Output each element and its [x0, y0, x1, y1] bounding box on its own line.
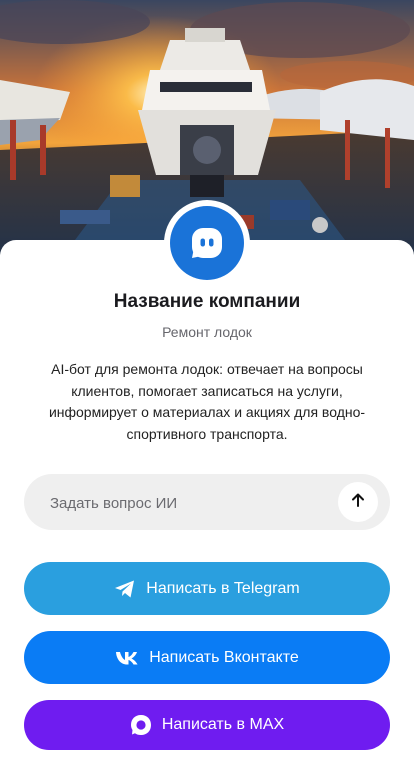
telegram-button[interactable]: Написать в Telegram [24, 562, 390, 615]
company-avatar [164, 200, 250, 286]
send-button[interactable] [338, 482, 378, 522]
max-button[interactable]: Написать в MAX [24, 700, 390, 750]
max-button-label: Написать в MAX [161, 716, 285, 733]
vk-button[interactable]: Написать Вконтакте [24, 631, 390, 684]
arrow-up-icon [350, 492, 366, 513]
vk-button-label: Написать Вконтакте [149, 648, 299, 666]
ask-ai-bar [24, 474, 390, 532]
chat-bot-icon [170, 206, 244, 280]
ask-ai-input[interactable] [48, 474, 342, 532]
telegram-icon [114, 579, 136, 599]
company-name: Название компании [113, 291, 301, 312]
telegram-button-label: Написать в Telegram [146, 579, 300, 597]
max-icon [130, 714, 152, 736]
vk-icon [115, 650, 139, 666]
company-category: Ремонт лодок [162, 324, 252, 340]
company-description: AI-бот для ремонта лодок: отвечает на во… [48, 361, 366, 442]
